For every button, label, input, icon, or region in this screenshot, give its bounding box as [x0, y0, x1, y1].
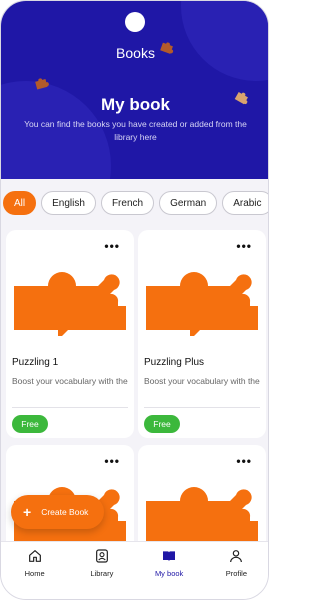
phone-screen: Books My book You can find the books you…: [0, 0, 269, 600]
puzzle-cover-icon: [142, 256, 262, 340]
nav-label: My book: [154, 569, 184, 578]
book-icon: [161, 548, 177, 564]
plus-icon: +: [23, 504, 32, 520]
filter-chip-french[interactable]: French: [100, 191, 155, 215]
more-options-icon[interactable]: •••: [104, 455, 120, 467]
nav-item-profile[interactable]: Profile: [206, 548, 266, 599]
create-book-label: Create Book: [41, 507, 89, 517]
library-icon: [94, 548, 110, 564]
nav-item-library[interactable]: Library: [72, 548, 132, 599]
profile-icon: [228, 548, 244, 564]
more-options-icon[interactable]: •••: [104, 240, 120, 252]
header-decor-circle: [181, 1, 268, 81]
nav-item-home[interactable]: Home: [5, 548, 65, 599]
bottom-nav: Home Library My book Profile: [1, 541, 268, 599]
price-badge: Free: [12, 415, 48, 433]
filter-chip-all[interactable]: All: [3, 191, 37, 215]
book-description: Boost your vocabulary with the most comm…: [12, 376, 128, 386]
book-title: Puzzling Plus: [144, 357, 205, 368]
price-badge: Free: [144, 415, 180, 433]
book-title: Puzzling 1: [12, 357, 59, 368]
page-title: Books: [116, 45, 155, 61]
divider: [144, 407, 260, 408]
nav-label: Profile: [225, 569, 247, 578]
book-description: Boost your vocabulary with the most comm…: [144, 376, 260, 386]
filter-chip-arabic[interactable]: Arabic: [222, 191, 268, 215]
section-heading: My book: [101, 95, 170, 114]
divider: [12, 407, 128, 408]
nav-label: Library: [90, 569, 114, 578]
filter-chip-german[interactable]: German: [159, 191, 218, 215]
section-subtitle: You can find the books you have created …: [24, 119, 247, 142]
more-options-icon[interactable]: •••: [236, 240, 252, 252]
create-book-button[interactable]: + Create Book: [11, 495, 104, 529]
book-card[interactable]: ••• Puzzling Plus Boost your vocabulary …: [138, 230, 266, 438]
language-filter-bar: All English French German Arabic: [3, 191, 268, 217]
more-options-icon[interactable]: •••: [236, 455, 252, 467]
nav-label: Home: [24, 569, 45, 578]
book-card[interactable]: ••• Puzzling 1 Boost your vocabulary wit…: [6, 230, 134, 438]
nav-item-my-book[interactable]: My book: [139, 548, 199, 599]
filter-chip-english[interactable]: English: [41, 191, 96, 215]
puzzle-cover-icon: [142, 471, 262, 555]
puzzle-decor-icon: [33, 75, 49, 91]
home-icon: [27, 548, 43, 564]
book-card[interactable]: •••: [138, 445, 266, 555]
puzzle-cover-icon: [10, 256, 130, 340]
header: Books My book You can find the books you…: [1, 1, 268, 179]
camera-cutout: [125, 12, 145, 32]
